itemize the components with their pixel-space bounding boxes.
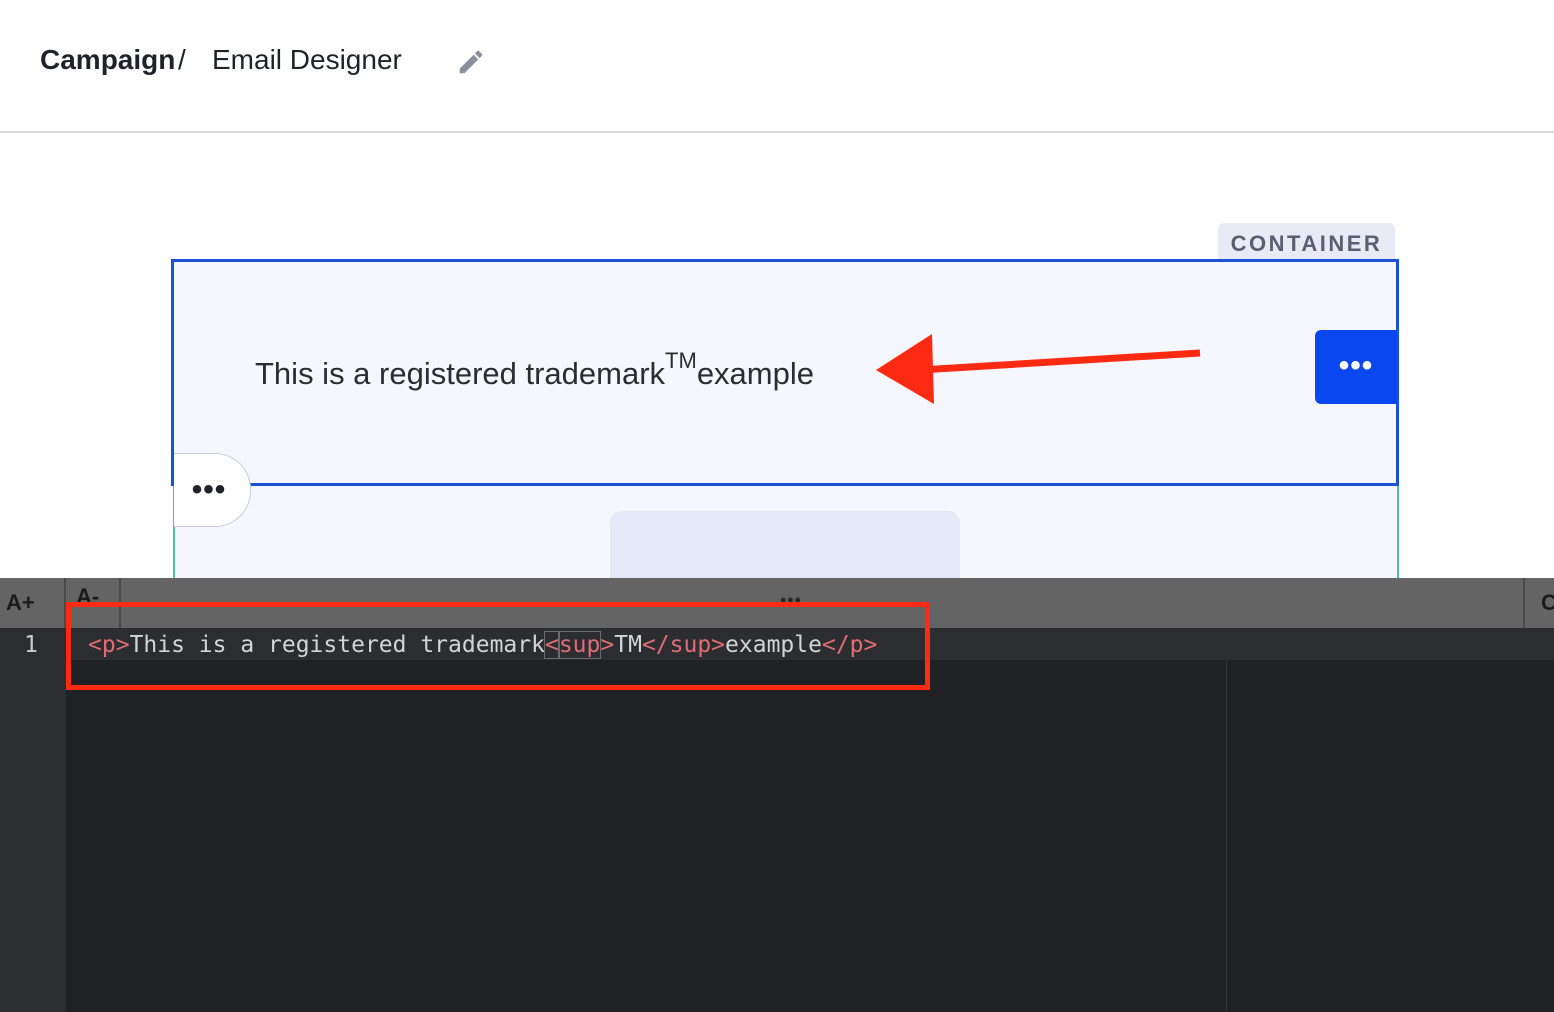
breadcrumb-separator: / [178, 44, 186, 76]
row-options-button[interactable]: ••• [174, 453, 251, 527]
toolbar-divider [1523, 578, 1525, 628]
container-label[interactable]: CONTAINER [1218, 223, 1395, 261]
increase-font-button[interactable]: A+ [6, 590, 35, 616]
block-options-button[interactable]: ••• [1315, 330, 1397, 404]
trademark-text[interactable]: This is a registered trademarkTMexample [255, 356, 814, 392]
button-placeholder-block[interactable] [610, 511, 960, 578]
page-title: Email Designer [212, 44, 402, 76]
ellipsis-icon: ••• [174, 480, 244, 500]
trademark-superscript: TM [665, 348, 697, 373]
ellipsis-icon: ••• [1315, 356, 1397, 376]
line-number: 1 [24, 632, 38, 658]
decrease-font-button[interactable]: A- [76, 584, 99, 604]
pencil-icon[interactable] [456, 47, 486, 77]
toolbar-right-button[interactable]: C [1541, 590, 1554, 616]
page-header: Campaign / Email Designer [0, 0, 1554, 133]
line-gutter [0, 628, 66, 1012]
text-after-sup: example [697, 356, 814, 391]
annotation-arrow [860, 320, 1210, 410]
print-margin-guide [1226, 660, 1227, 1012]
breadcrumb-campaign[interactable]: Campaign [40, 44, 175, 76]
text-before-sup: This is a registered trademark [255, 356, 665, 391]
annotation-highlight-box [66, 602, 930, 690]
